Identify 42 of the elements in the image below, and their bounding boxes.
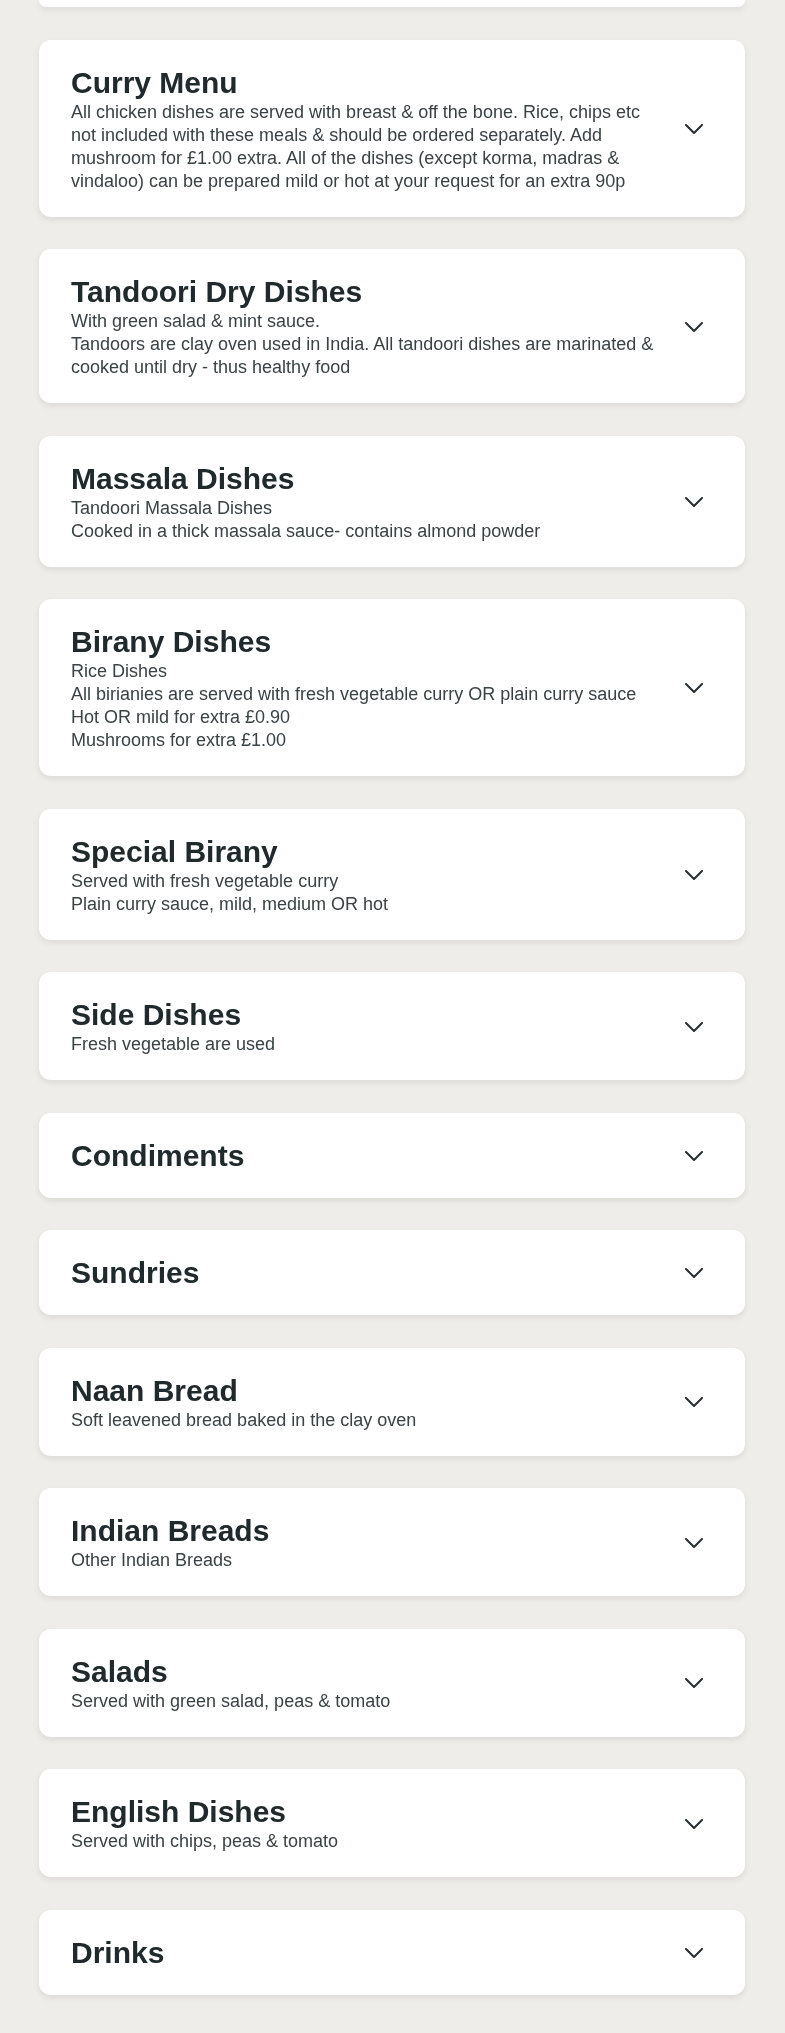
category-description: Mushrooms for extra £1.00 <box>71 729 287 752</box>
category-description: Served with chips, peas & tomato <box>71 1830 339 1853</box>
category-title: Special Birany <box>71 833 278 870</box>
category-description: All chicken dishes are served with breast & off the bone. Rice, chips etc not included with these meals & should be ordered separately. Add mushroom for £1.00 extra. All of the dishes (except korma, madras & vindaloo) can be prepared mild or hot at your request for an extra 90p <box>71 100 641 193</box>
category-title: Massala Dishes <box>71 460 295 497</box>
category-title: Sundries <box>71 1255 200 1291</box>
category-card[interactable] <box>39 39 745 217</box>
category-card[interactable]: Massala Dishes Tandoori Massala Dishes Cooked in a thick massala sauce- contains almond powder <box>39 435 745 567</box>
category-description: Served with green salad, peas & tomato <box>71 1689 391 1713</box>
category-title: Naan Bread <box>71 1372 238 1409</box>
category-card[interactable]: Naan Bread Soft leavened bread baked in the clay oven <box>39 1347 745 1456</box>
category-description: Fresh vegetable are used <box>71 1033 276 1056</box>
category-description: Soft leavened bread baked in the clay oven <box>71 1408 417 1432</box>
category-card[interactable]: Condiments <box>39 1112 745 1198</box>
category-title: Indian Breads <box>71 1513 270 1549</box>
category-card[interactable]: Birany Dishes Rice Dishes All birianies are served with fresh vegetable curry OR plain curry sauce Hot OR mild for extra £0.90 Mushrooms for extra £1.00 <box>39 599 745 776</box>
category-description: All birianies are served with fresh vegetable curry OR plain curry sauce <box>71 683 637 706</box>
category-description: Tandoori Massala Dishes <box>71 496 273 520</box>
category-card[interactable]: Salads Served with green salad, peas & tomato <box>39 1628 745 1737</box>
category-title: Condiments <box>71 1137 245 1174</box>
category-title: Drinks <box>71 1934 165 1971</box>
category-title: Salads <box>71 1653 168 1690</box>
category-description: Plain curry sauce, mild, medium OR hot <box>71 892 389 916</box>
category-title: Side Dishes <box>71 997 242 1033</box>
category-description: Cooked in a thick massala sauce- contains almond powder <box>71 519 541 543</box>
category-description: Rice Dishes <box>71 660 168 683</box>
category-description: Hot OR mild for extra £0.90 <box>71 706 291 729</box>
category-title: Curry Menu <box>71 64 238 101</box>
category-card[interactable]: Special Birany Served with fresh vegetable curry Plain curry sauce, mild, medium OR hot <box>39 808 745 940</box>
category-card[interactable]: Drinks <box>39 1909 745 1995</box>
category-title: Birany Dishes <box>71 624 272 660</box>
category-card[interactable]: English Dishes Served with chips, peas & tomato <box>39 1769 745 1877</box>
category-description: Other Indian Breads <box>71 1549 233 1572</box>
category-card[interactable]: Side Dishes Fresh vegetable are used <box>39 972 745 1080</box>
category-description: With green salad & mint sauce. <box>71 310 321 333</box>
category-card[interactable]: Tandoori Dry Dishes With green salad & mint sauce. Tandoors are clay oven used in India. All tandoori dishes are marinated & cooked until dry - thus healthy food <box>39 249 745 403</box>
category-title: Tandoori Dry Dishes <box>71 274 363 310</box>
category-description: Tandoors are clay oven used in India. All tandoori dishes are marinated & cooked until dry - thus healthy food <box>71 333 655 379</box>
category-card[interactable]: Indian Breads Other Indian Breads <box>39 1488 745 1596</box>
category-card[interactable]: Sundries <box>39 1230 745 1315</box>
category-description: Served with fresh vegetable curry <box>71 869 339 893</box>
category-title: English Dishes <box>71 1794 287 1830</box>
